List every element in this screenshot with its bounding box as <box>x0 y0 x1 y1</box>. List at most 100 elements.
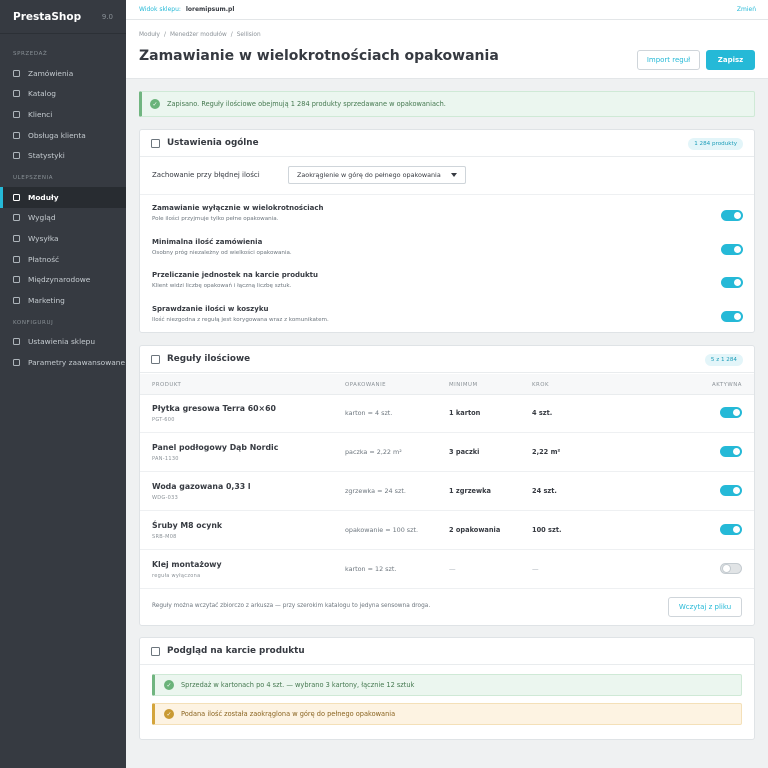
sidebar-item-label: Katalog <box>28 89 56 99</box>
package-value: opakowanie = 100 szt. <box>345 526 419 534</box>
success-alert-text: Zapisano. Reguły ilościowe obejmują 1 28… <box>167 100 446 108</box>
table-row: Płytka gresowa Terra 60×60 PGT-600 karto… <box>140 394 754 433</box>
behavior-label: Zachowanie przy błędnej ilości <box>152 171 260 179</box>
minimum-value: 2 opakowania <box>449 526 501 534</box>
rule-active-toggle[interactable] <box>720 407 742 418</box>
sidebar-item-label: Klienci <box>28 109 53 119</box>
quantity-rules-card: Reguły ilościowe 5 z 1 284 PRODUKT OPAKO… <box>139 345 755 626</box>
breadcrumb-modules[interactable]: Moduły <box>139 32 160 38</box>
sidebar-section-sell: SPRZEDAŻ <box>13 51 48 57</box>
preview-warning-message: ✓ Podana ilość została zaokrąglona w gór… <box>152 703 742 725</box>
upload-file-button[interactable]: Wczytaj z pliku <box>668 597 742 617</box>
brand-logo[interactable]: PrestaShop <box>13 11 81 23</box>
customer-service-icon <box>13 131 20 139</box>
rule-active-toggle[interactable] <box>720 563 742 574</box>
card-header: Reguły ilościowe 5 z 1 284 <box>140 346 754 373</box>
rules-count-badge: 5 z 1 284 <box>704 354 743 366</box>
sidebar-item-modules[interactable]: Moduły <box>0 186 126 208</box>
change-shop-link[interactable]: Zmień <box>737 6 756 13</box>
shipping-icon <box>13 234 20 242</box>
page-header: Moduły / Menedżer modułów / Sellision Za… <box>126 20 768 79</box>
breadcrumb: Moduły / Menedżer modułów / Sellision <box>139 32 261 38</box>
sidebar-item-label: Parametry zaawansowane <box>28 357 125 367</box>
design-icon <box>13 214 20 222</box>
card-title: Podgląd na karcie produktu <box>167 646 305 656</box>
product-name: Klej montażowy <box>152 560 222 569</box>
column-product: PRODUKT <box>152 382 182 388</box>
product-name: Śruby M8 ocynk <box>152 521 223 530</box>
multiples-only-toggle[interactable] <box>721 210 743 221</box>
option-description: Pole ilości przyjmuje tylko pełne opakow… <box>152 216 279 222</box>
product-preview-card: Podgląd na karcie produktu ✓ Sprzedaż w … <box>139 637 755 740</box>
card-title: Reguły ilościowe <box>167 354 251 364</box>
modules-icon <box>13 193 20 201</box>
check-circle-icon: ✓ <box>164 709 174 719</box>
option-cart-check: Sprawdzanie ilości w koszyku Ilość niezg… <box>152 305 743 333</box>
import-rules-button[interactable]: Import reguł <box>637 50 700 70</box>
behavior-select[interactable]: Zaokrąglenie w górę do pełnego opakowani… <box>288 166 466 184</box>
brand: PrestaShop 9.0 <box>0 0 126 34</box>
product-sku: WDG-033 <box>152 495 179 501</box>
sidebar-item-label: Marketing <box>28 295 65 305</box>
breadcrumb-separator: / <box>230 32 233 38</box>
breadcrumb-current: Sellision <box>236 32 261 38</box>
sidebar-item-label: Zamówienia <box>28 68 74 78</box>
topbar: Widok sklepu: loremipsum.pl Zmień <box>126 0 768 20</box>
option-minimum-quantity: Minimalna ilość zamówienia Osobny próg n… <box>152 238 743 266</box>
step-value: 4 szt. <box>532 409 553 417</box>
sidebar-item-marketing[interactable]: Marketing <box>0 290 126 311</box>
payment-icon <box>13 255 20 263</box>
sidebar-item-orders[interactable]: Zamówienia <box>0 63 126 84</box>
option-name: Sprawdzanie ilości w koszyku <box>152 305 269 313</box>
catalog-icon <box>13 90 20 98</box>
advanced-parameters-icon <box>13 358 20 366</box>
sidebar-item-payment[interactable]: Płatność <box>0 249 126 270</box>
preview-success-text: Sprzedaż w kartonach po 4 szt. — wybrano… <box>181 681 415 689</box>
preview-icon <box>151 646 160 656</box>
sidebar-item-design[interactable]: Wygląd <box>0 208 126 229</box>
shop-view-label: Widok sklepu: <box>139 6 181 13</box>
table-header: PRODUKT OPAKOWANIE MINIMUM KROK AKTYWNA <box>140 374 754 395</box>
customers-icon <box>13 110 20 118</box>
rule-active-toggle[interactable] <box>720 524 742 535</box>
product-name: Płytka gresowa Terra 60×60 <box>152 404 276 413</box>
rule-disabled-note: reguła wyłączona <box>152 573 201 579</box>
table-row: Klej montażowy reguła wyłączona karton =… <box>140 550 754 589</box>
card-title: Ustawienia ogólne <box>167 138 259 148</box>
table-row: Panel podłogowy Dąb Nordic PAN-1130 pacz… <box>140 433 754 472</box>
sidebar-item-label: Statystyki <box>28 151 65 161</box>
sidebar-section-improve: ULEPSZENIA <box>13 174 54 181</box>
sidebar-item-label: Obsługa klienta <box>28 130 86 140</box>
sidebar-item-catalog[interactable]: Katalog <box>0 84 126 105</box>
save-button[interactable]: Zapisz <box>706 50 755 70</box>
sidebar-item-shop-parameters[interactable]: Ustawienia sklepu <box>0 332 126 353</box>
cart-check-toggle[interactable] <box>721 311 743 322</box>
breadcrumb-separator: / <box>163 32 166 38</box>
breadcrumb-module-manager[interactable]: Menedżer modułów <box>170 32 227 38</box>
step-value: — <box>532 565 539 573</box>
sidebar-item-advanced-parameters[interactable]: Parametry zaawansowane <box>0 352 126 373</box>
rule-active-toggle[interactable] <box>720 446 742 457</box>
preview-warning-text: Podana ilość została zaokrąglona w górę … <box>181 710 396 718</box>
minimum-quantity-toggle[interactable] <box>721 244 743 255</box>
sidebar-item-customer-service[interactable]: Obsługa klienta <box>0 125 126 146</box>
shop-view: Widok sklepu: loremipsum.pl <box>139 6 234 13</box>
sidebar-item-shipping[interactable]: Wysyłka <box>0 228 126 249</box>
rule-active-toggle[interactable] <box>720 485 742 496</box>
shop-view-link[interactable]: loremipsum.pl <box>186 6 235 13</box>
unit-conversion-toggle[interactable] <box>721 277 743 288</box>
sidebar-item-stats[interactable]: Statystyki <box>0 145 126 166</box>
package-value: paczka = 2,22 m² <box>345 448 402 456</box>
minimum-value: 1 karton <box>449 409 481 417</box>
option-description: Klient widzi liczbę opakowań i łączną li… <box>152 283 292 289</box>
option-name: Zamawianie wyłącznie w wielokrotnościach <box>152 204 324 212</box>
products-count-badge: 1 284 produkty <box>688 138 743 150</box>
sidebar-item-customers[interactable]: Klienci <box>0 104 126 125</box>
behavior-select-value: Zaokrąglenie w górę do pełnego opakowani… <box>297 171 441 179</box>
chevron-down-icon <box>451 173 457 177</box>
option-description: Ilość niezgodna z regułą jest korygowana… <box>152 317 329 323</box>
package-value: zgrzewka = 24 szt. <box>345 487 406 495</box>
check-circle-icon: ✓ <box>164 680 174 690</box>
step-value: 24 szt. <box>532 487 557 495</box>
sidebar-item-international[interactable]: Międzynarodowe <box>0 269 126 290</box>
